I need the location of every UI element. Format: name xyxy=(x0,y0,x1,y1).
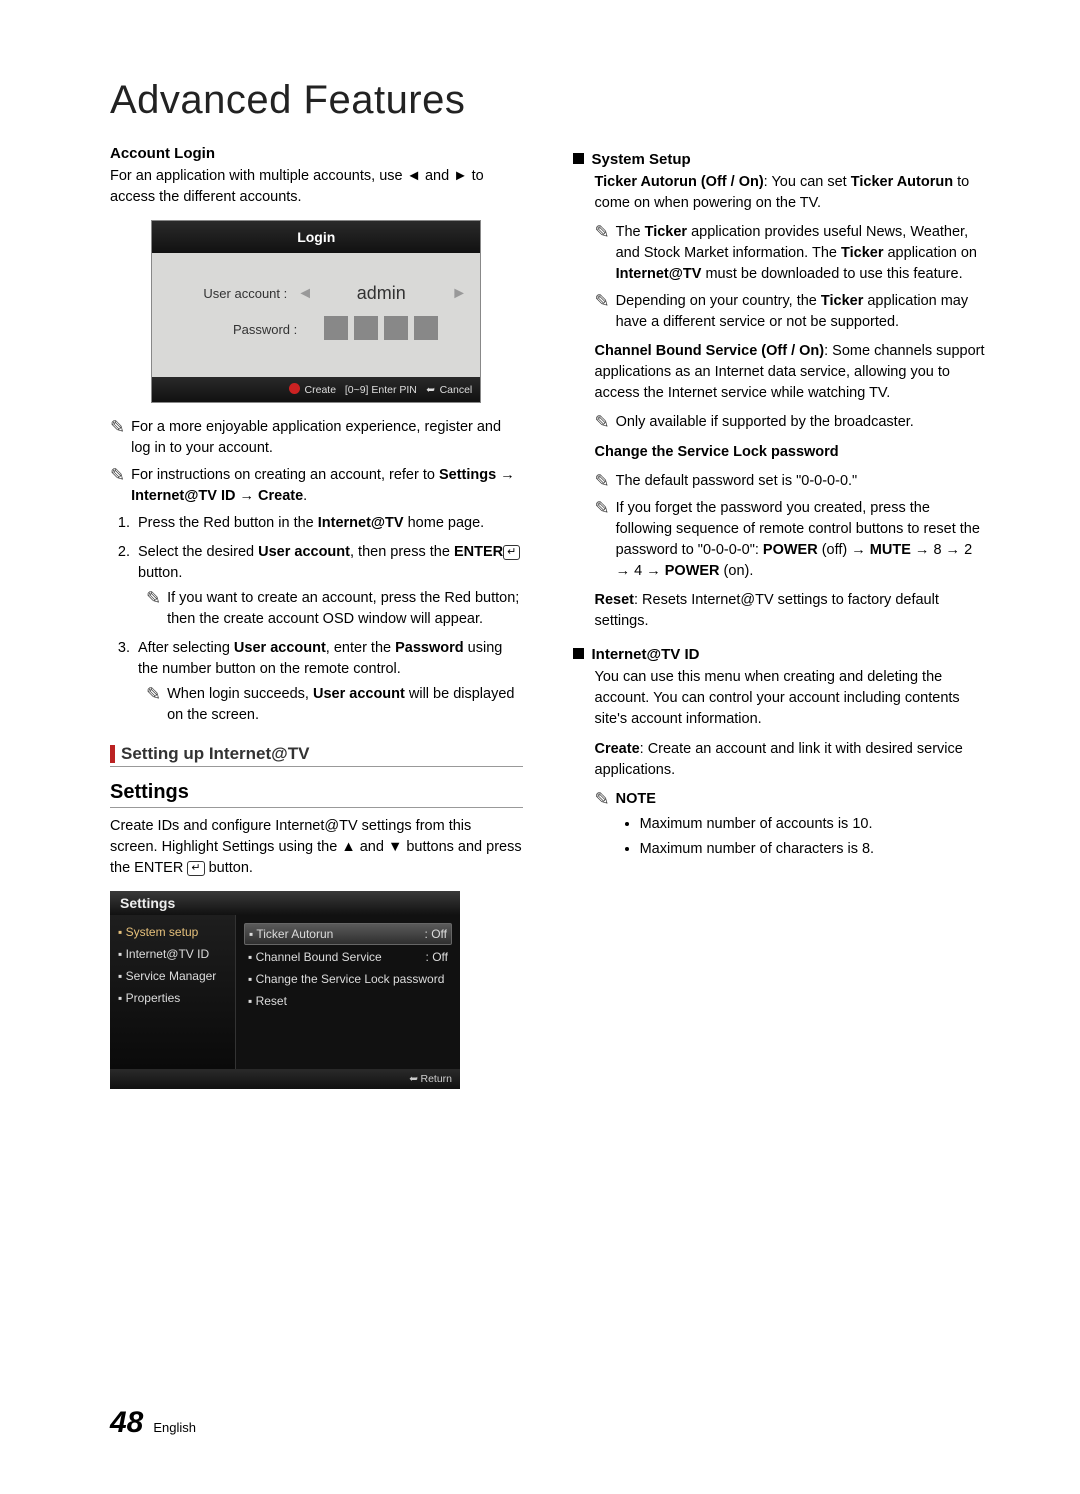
footer-enter-pin: [0~9] Enter PIN xyxy=(345,384,417,396)
password-label: Password : xyxy=(177,322,297,337)
text: For a more enjoyable application experie… xyxy=(131,417,522,459)
enter-icon: ↵ xyxy=(187,861,204,876)
right-arrow-icon: ► xyxy=(453,168,467,184)
option-change-lock-password[interactable]: ▪ Change the Service Lock password xyxy=(244,969,452,989)
note-icon: ✎ xyxy=(595,222,610,244)
login-steps: Press the Red button in the Internet@TV … xyxy=(114,513,523,726)
user-account-label: User account : xyxy=(167,286,287,301)
up-arrow-icon: ▲ xyxy=(341,839,355,855)
note-icon: ✎ xyxy=(146,588,161,610)
settings-heading: Settings xyxy=(110,781,523,808)
text: NOTE Maximum number of accounts is 10. M… xyxy=(616,789,875,864)
sidebar-properties[interactable]: ▪ Properties xyxy=(116,987,229,1009)
settings-panel-title: Settings xyxy=(110,891,460,915)
create-text: Create: Create an account and link it wi… xyxy=(595,739,986,781)
text: Only available if supported by the broad… xyxy=(616,412,914,433)
step-2-tip: ✎ If you want to create an account, pres… xyxy=(146,588,523,630)
prev-arrow-icon[interactable]: ◄ xyxy=(297,285,311,303)
step-1: Press the Red button in the Internet@TV … xyxy=(134,513,523,534)
left-arrow-icon: ◄ xyxy=(407,168,421,184)
note-icon: ✎ xyxy=(595,412,610,434)
page-title: Advanced Features xyxy=(110,78,985,123)
text: Depending on your country, the Ticker ap… xyxy=(616,291,985,333)
internet-tv-id-head: Internet@TV ID xyxy=(573,646,986,663)
next-arrow-icon[interactable]: ► xyxy=(451,285,465,303)
text: and xyxy=(421,168,453,184)
login-panel-footer: Create [0~9] Enter PIN ➥ Cancel xyxy=(152,377,480,402)
internet-tv-id-block: Internet@TV ID You can use this menu whe… xyxy=(573,646,986,863)
option-reset[interactable]: ▪ Reset xyxy=(244,991,452,1011)
page-number: 48 xyxy=(110,1406,143,1440)
change-lock-tip-1: ✎ The default password set is "0-0-0-0." xyxy=(595,471,986,493)
account-login-intro: For an application with multiple account… xyxy=(110,166,523,208)
user-account-value: admin xyxy=(321,283,441,304)
ticker-tip-1: ✎ The Ticker application provides useful… xyxy=(595,222,986,285)
tip-instructions: ✎ For instructions on creating an accoun… xyxy=(110,465,523,507)
note-icon: ✎ xyxy=(110,417,125,439)
note-icon: ✎ xyxy=(110,465,125,487)
settings-intro: Create IDs and configure Internet@TV set… xyxy=(110,816,523,879)
step-3: After selecting User account, enter the … xyxy=(134,638,523,726)
itv-body: You can use this menu when creating and … xyxy=(595,667,986,730)
note-2: Maximum number of characters is 8. xyxy=(640,839,875,860)
return-icon: ➥ xyxy=(426,384,435,396)
page-footer: 48 English xyxy=(110,1406,196,1440)
ticker-tip-2: ✎ Depending on your country, the Ticker … xyxy=(595,291,986,333)
note-head: NOTE xyxy=(616,791,656,807)
red-dot-icon xyxy=(289,383,300,394)
sidebar-internet-tv-id[interactable]: ▪ Internet@TV ID xyxy=(116,943,229,965)
text: When login succeeds, User account will b… xyxy=(167,684,522,726)
ticker-autorun-text: Ticker Autorun (Off / On): You can set T… xyxy=(595,172,986,214)
cbs-tip: ✎ Only available if supported by the bro… xyxy=(595,412,986,434)
right-column: System Setup Ticker Autorun (Off / On): … xyxy=(573,145,986,1089)
text: For an application with multiple account… xyxy=(110,168,407,184)
sidebar-service-manager[interactable]: ▪ Service Manager xyxy=(116,965,229,987)
settings-panel: Settings ▪ System setup ▪ Internet@TV ID… xyxy=(110,891,460,1089)
option-ticker-autorun[interactable]: ▪ Ticker Autorun: Off xyxy=(244,923,452,945)
note-icon: ✎ xyxy=(146,684,161,706)
down-arrow-icon: ▼ xyxy=(388,839,402,855)
system-setup-block: System Setup Ticker Autorun (Off / On): … xyxy=(573,151,986,632)
step-2: Select the desired User account, then pr… xyxy=(134,542,523,630)
footer-cancel: Cancel xyxy=(440,384,473,396)
footer-create: Create xyxy=(305,384,337,396)
page-language: English xyxy=(153,1420,196,1435)
note-icon: ✎ xyxy=(595,789,610,811)
settings-options: ▪ Ticker Autorun: Off ▪ Channel Bound Se… xyxy=(236,915,460,1069)
password-row: Password : xyxy=(162,316,470,343)
section-bar-icon xyxy=(110,745,115,763)
note-block: ✎ NOTE Maximum number of accounts is 10.… xyxy=(595,789,986,864)
note-bullets: Maximum number of accounts is 10. Maximu… xyxy=(616,814,875,860)
settings-sidebar: ▪ System setup ▪ Internet@TV ID ▪ Servic… xyxy=(110,915,236,1069)
system-setup-head: System Setup xyxy=(573,151,986,168)
change-lock-head: Change the Service Lock password xyxy=(595,442,986,463)
text: If you want to create an account, press … xyxy=(167,588,522,630)
section-title: Setting up Internet@TV xyxy=(121,744,309,764)
note-icon: ✎ xyxy=(595,291,610,313)
note-icon: ✎ xyxy=(595,498,610,520)
step-3-tip: ✎ When login succeeds, User account will… xyxy=(146,684,523,726)
section-setting-up: Setting up Internet@TV xyxy=(110,744,523,767)
password-boxes[interactable] xyxy=(307,316,455,343)
cbs-text: Channel Bound Service (Off / On): Some c… xyxy=(595,341,986,404)
text: For instructions on creating an account,… xyxy=(131,465,522,507)
reset-text: Reset: Resets Internet@TV settings to fa… xyxy=(595,590,986,632)
change-lock-tip-2: ✎ If you forget the password you created… xyxy=(595,498,986,582)
tip-register: ✎ For a more enjoyable application exper… xyxy=(110,417,523,459)
option-channel-bound[interactable]: ▪ Channel Bound Service: Off xyxy=(244,947,452,967)
login-panel: Login User account : ◄ admin ► Password … xyxy=(151,220,481,403)
login-panel-title: Login xyxy=(152,221,480,253)
settings-panel-footer: ➥Return xyxy=(110,1069,460,1089)
text: If you forget the password you created, … xyxy=(616,498,985,582)
sidebar-system-setup[interactable]: ▪ System setup xyxy=(116,921,229,943)
text: The default password set is "0-0-0-0." xyxy=(616,471,858,492)
note-icon: ✎ xyxy=(595,471,610,493)
text: The Ticker application provides useful N… xyxy=(616,222,985,285)
account-login-heading: Account Login xyxy=(110,145,523,162)
return-icon: ➥ xyxy=(409,1073,418,1085)
note-1: Maximum number of accounts is 10. xyxy=(640,814,875,835)
user-account-row: User account : ◄ admin ► xyxy=(162,283,470,304)
left-column: Account Login For an application with mu… xyxy=(110,145,523,1089)
enter-icon: ↵ xyxy=(503,545,520,560)
